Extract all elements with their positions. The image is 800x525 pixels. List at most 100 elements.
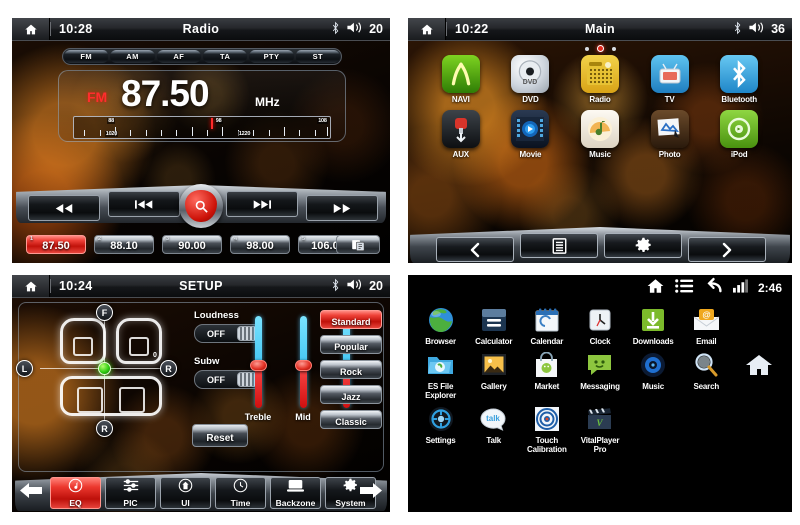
left-arrow-icon[interactable]: [20, 483, 42, 503]
previous-track-icon[interactable]: [108, 191, 180, 217]
setup-tab-pic[interactable]: PIC: [105, 477, 156, 509]
app-grid: NAVI DVD DVD Radio TV Bluetooth AUX Movi…: [408, 55, 792, 159]
sliders-icon: [123, 478, 139, 498]
back-arrow-icon[interactable]: [704, 277, 723, 300]
fast-forward-icon[interactable]: [306, 195, 378, 221]
android-app-email[interactable]: @ Email: [680, 305, 733, 346]
android-app-search[interactable]: Search: [680, 350, 733, 400]
android-app-browser[interactable]: Browser: [414, 305, 467, 346]
android-app-home[interactable]: [733, 350, 786, 400]
band-button-st[interactable]: ST: [295, 50, 340, 63]
eq-preset-popular[interactable]: Popular: [320, 335, 382, 354]
rewind-icon[interactable]: [28, 195, 100, 221]
setup-tab-backzone[interactable]: Backzone: [270, 477, 321, 509]
svg-text:V: V: [597, 418, 604, 428]
band-button-pty[interactable]: PTY: [249, 50, 294, 63]
preset-list-icon[interactable]: [336, 235, 380, 254]
android-app-music[interactable]: Music: [627, 350, 680, 400]
next-track-icon[interactable]: [226, 191, 298, 217]
setup-tab-time[interactable]: Time: [215, 477, 266, 509]
home-icon[interactable]: [646, 277, 665, 300]
app-photo[interactable]: Photo: [635, 110, 705, 159]
android-app-calculator[interactable]: Calculator: [467, 305, 520, 346]
menu-list-icon[interactable]: [675, 278, 694, 299]
android-app-label: Touch Calibration: [527, 436, 567, 454]
loudness-toggle[interactable]: OFF: [194, 324, 262, 343]
eq-preset-jazz[interactable]: Jazz: [320, 385, 382, 404]
app-tv[interactable]: TV: [635, 55, 705, 104]
page-dot-2-active[interactable]: [596, 45, 604, 52]
android-app-label: Clock: [589, 337, 611, 346]
page-dot-1[interactable]: [584, 46, 589, 51]
home-icon[interactable]: [408, 18, 446, 40]
app-radio[interactable]: Radio: [565, 55, 635, 104]
android-app-downloads[interactable]: Downloads: [627, 305, 680, 346]
seat-front-left: [60, 318, 106, 364]
eq-preset-rock[interactable]: Rock: [320, 360, 382, 379]
tuner-needle: [210, 118, 213, 129]
tuning-scale[interactable]: 88 98 108 1020 1220: [73, 116, 331, 139]
android-app-label: Gallery: [480, 382, 507, 391]
eq-preset-classic[interactable]: Classic: [320, 410, 382, 429]
fader-balance-control[interactable]: F L R R 0: [16, 304, 180, 437]
music-note-icon: [580, 110, 619, 148]
svg-text:DVD: DVD: [523, 79, 538, 86]
android-app-clock[interactable]: Clock: [573, 305, 626, 346]
settings-gear-icon[interactable]: [604, 233, 682, 258]
band-button-af[interactable]: AF: [156, 50, 201, 63]
android-app-market[interactable]: Market: [520, 350, 573, 400]
android-status-bar: 2:46: [408, 275, 792, 301]
seek-button[interactable]: [179, 184, 223, 228]
eq-knob[interactable]: [295, 360, 312, 371]
forward-arrow-icon[interactable]: [688, 237, 766, 262]
right-arrow-icon[interactable]: [360, 483, 382, 503]
page-dot-3[interactable]: [611, 46, 616, 51]
android-app-messaging[interactable]: Messaging: [573, 350, 626, 400]
home-icon[interactable]: [12, 18, 50, 40]
scale-am-1220: 1220: [237, 131, 252, 137]
app-movie[interactable]: Movie: [496, 110, 566, 159]
main-content: NAVI DVD DVD Radio TV Bluetooth AUX Movi…: [408, 41, 792, 263]
app-navi[interactable]: NAVI: [426, 55, 496, 104]
band-button-am[interactable]: AM: [110, 50, 155, 63]
preset-button-1[interactable]: 1 87.50: [26, 235, 86, 254]
android-app-es-file-explorer[interactable]: ES File Explorer: [414, 350, 467, 400]
preset-button-2[interactable]: 2 88.10: [94, 235, 154, 254]
setup-tab-eq[interactable]: EQ: [50, 477, 101, 509]
eq-preset-standard[interactable]: Standard: [320, 310, 382, 329]
fader-position-marker[interactable]: [98, 362, 111, 375]
android-app-calendar[interactable]: Calendar: [520, 305, 573, 346]
bluetooth-icon: [733, 21, 742, 38]
eq-knob[interactable]: [250, 360, 267, 371]
preset-button-3[interactable]: 3 90.00: [162, 235, 222, 254]
scale-fm-88: 88: [107, 118, 115, 124]
app-ipod[interactable]: iPod: [704, 110, 774, 159]
band-button-fm[interactable]: FM: [64, 50, 109, 63]
app-label: Bluetooth: [721, 95, 757, 104]
android-app-label: Email: [696, 337, 717, 346]
band-button-ta[interactable]: TA: [202, 50, 248, 63]
app-music[interactable]: Music: [565, 110, 635, 159]
android-app-touch-calibration[interactable]: Touch Calibration: [520, 404, 573, 454]
subwoofer-toggle[interactable]: OFF: [194, 370, 262, 389]
android-app-vitalplayer-pro[interactable]: V VitalPlayer Pro: [573, 404, 626, 454]
setup-tab-ui[interactable]: UI: [160, 477, 211, 509]
clock-icon: [233, 478, 248, 498]
setup-tab-label: Time: [230, 498, 251, 508]
app-label: Radio: [589, 95, 611, 104]
app-aux[interactable]: AUX: [426, 110, 496, 159]
preset-button-4[interactable]: 4 98.00: [230, 235, 290, 254]
menu-list-icon[interactable]: [520, 233, 598, 258]
magnifier-icon: [691, 350, 721, 380]
android-app-settings[interactable]: Settings: [414, 404, 467, 454]
volume-level: 20: [369, 279, 383, 293]
back-arrow-icon[interactable]: [436, 237, 514, 262]
radio-band-row: FM AM AF TA PTY ST: [62, 48, 342, 65]
dvd-disc-icon: DVD: [511, 55, 550, 93]
home-icon[interactable]: [12, 275, 50, 297]
app-bluetooth[interactable]: Bluetooth: [704, 55, 774, 104]
android-app-gallery[interactable]: Gallery: [467, 350, 520, 400]
android-app-talk[interactable]: talk Talk: [467, 404, 520, 454]
reset-button[interactable]: Reset: [192, 424, 248, 447]
app-dvd[interactable]: DVD DVD: [496, 55, 566, 104]
